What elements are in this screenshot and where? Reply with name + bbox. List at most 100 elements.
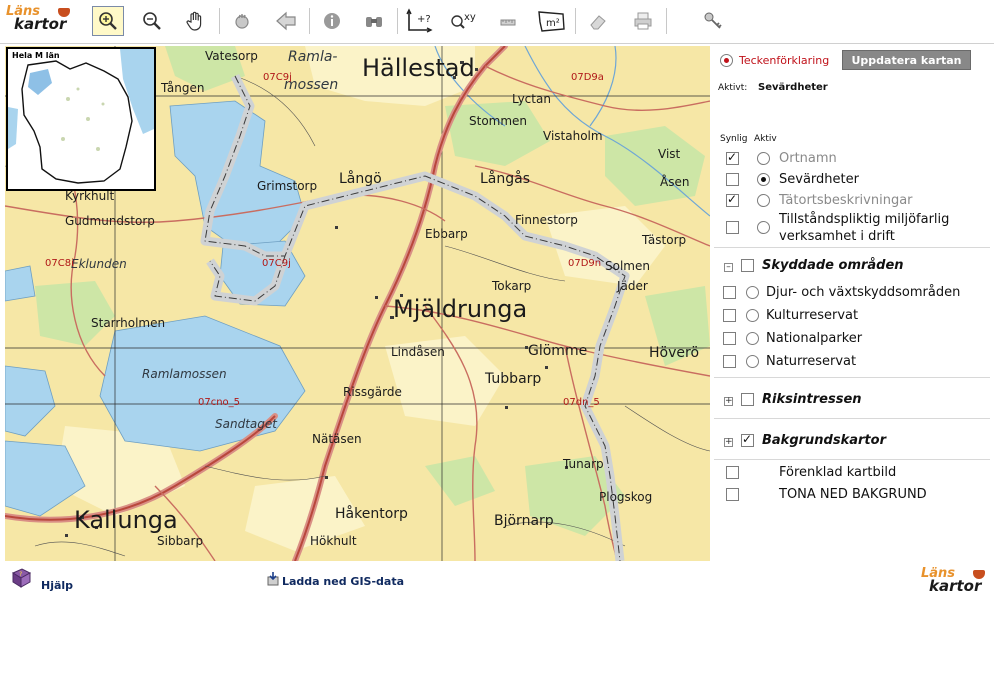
- group-riks-expand-toggle[interactable]: +: [724, 397, 733, 406]
- pan-button[interactable]: [180, 6, 212, 36]
- place-label: Ramla-: [288, 49, 338, 65]
- place-label: Kyrkhult: [65, 189, 115, 203]
- layer-kulturreservat-visible-checkbox[interactable]: [723, 309, 736, 322]
- layer-miljofarlig-label-line2: verksamhet i drift: [779, 229, 895, 244]
- group-bakgrund-expand-toggle[interactable]: +: [724, 438, 733, 447]
- layer-tatortsbeskrivningar-label: Tätortsbeskrivningar: [779, 193, 913, 208]
- place-label: Höverö: [649, 345, 700, 361]
- layer-ortnamn-visible-checkbox[interactable]: [726, 150, 739, 165]
- layer-tatortsbeskrivningar-active-radio[interactable]: [757, 194, 770, 207]
- place-label: Ebbarp: [425, 227, 468, 241]
- group-skyddade-checkbox[interactable]: [741, 259, 754, 272]
- toolbar: Läns kartor +? xy m²: [0, 0, 994, 44]
- update-map-button[interactable]: Uppdatera kartan: [842, 50, 971, 70]
- layer-miljofarlig-visible-checkbox[interactable]: [726, 221, 739, 234]
- arrow-left-icon: [276, 11, 296, 31]
- group-riks-checkbox[interactable]: [741, 393, 754, 406]
- zoom-xy-icon: xy: [451, 12, 476, 29]
- search-button[interactable]: [358, 6, 390, 36]
- place-label: Glömme: [528, 343, 588, 359]
- layer-ortnamn-label: Ortnamn: [779, 151, 837, 166]
- place-label: Tubbarp: [485, 371, 542, 387]
- layer-forenklad-checkbox[interactable]: [726, 466, 739, 479]
- teckenforklaring-label[interactable]: Teckenförklaring: [739, 54, 829, 67]
- place-label: Plogskog: [599, 490, 653, 504]
- layer-panel: Teckenförklaring Uppdatera kartan Aktivt…: [712, 46, 994, 561]
- grid-cell-label: 07C9j: [263, 72, 292, 83]
- teckenforklaring-radio[interactable]: [720, 54, 733, 67]
- place-label: Sibbarp: [157, 534, 204, 548]
- measure-area-button[interactable]: m²: [536, 6, 568, 36]
- xy-zoom-button[interactable]: xy: [448, 6, 480, 36]
- place-label: Lyctan: [512, 92, 551, 106]
- place-label: Hällestad: [362, 54, 475, 82]
- place-label: Kallunga: [74, 506, 178, 534]
- layer-djur-vaxt-visible-checkbox[interactable]: [723, 286, 736, 299]
- layer-djur-vaxt-active-radio[interactable]: [746, 286, 759, 299]
- help-link-label: Hjälp: [41, 579, 74, 592]
- layer-naturreservat-active-radio[interactable]: [746, 355, 759, 368]
- measure-line-button[interactable]: [492, 6, 524, 36]
- download-gis-label: Ladda ned GIS-data: [282, 575, 405, 588]
- panel-divider: [714, 377, 990, 378]
- help-link[interactable]: ? Hjälp: [10, 567, 90, 592]
- place-label: Tästorp: [642, 233, 687, 247]
- toolbar-separator: [575, 8, 576, 34]
- print-button[interactable]: [627, 6, 659, 36]
- place-label: Sandtaget: [215, 417, 277, 431]
- zoom-in-button[interactable]: [92, 6, 124, 36]
- grid-cell-label: 07D9n: [568, 258, 602, 269]
- place-label: Vistaholm: [543, 129, 603, 143]
- logo-pot-icon: [973, 570, 985, 579]
- place-label: Jäder: [617, 279, 648, 293]
- info-button[interactable]: [316, 6, 348, 36]
- coordinate-button[interactable]: +?: [403, 6, 435, 36]
- group-skyddade-title[interactable]: Skyddade områden: [762, 258, 904, 273]
- layer-nationalparker-visible-checkbox[interactable]: [723, 332, 736, 345]
- layer-forenklad-label: Förenklad kartbild: [779, 465, 897, 480]
- layer-nationalparker-active-radio[interactable]: [746, 332, 759, 345]
- zoom-in-icon: [99, 12, 117, 30]
- toolbar-separator: [666, 8, 667, 34]
- area-m2-label: m²: [546, 18, 560, 29]
- place-label: Långö: [339, 171, 382, 187]
- layer-ortnamn-active-radio[interactable]: [757, 152, 770, 165]
- layer-tona-ned-checkbox[interactable]: [726, 488, 739, 501]
- layer-tatortsbeskrivningar-visible-checkbox[interactable]: [726, 192, 739, 207]
- download-disk-icon: [267, 572, 279, 586]
- grid-cell-label: 07C8i: [45, 258, 74, 269]
- toolbar-separator: [309, 8, 310, 34]
- layer-miljofarlig-label: Tillståndspliktig miljöfarlig: [779, 212, 950, 227]
- back-button[interactable]: [270, 6, 302, 36]
- coordinate-axes-icon: +?: [406, 8, 433, 33]
- layer-sevardheter-visible-checkbox[interactable]: [726, 173, 739, 186]
- place-label: Björnarp: [494, 513, 554, 529]
- svg-text:xy: xy: [464, 12, 476, 23]
- toolbar-separator: [219, 8, 220, 34]
- place-label: Eklunden: [71, 257, 127, 271]
- place-label: Vist: [658, 147, 681, 161]
- place-label: mossen: [284, 77, 339, 93]
- group-skyddade-collapse-toggle[interactable]: –: [724, 263, 733, 272]
- full-extent-button[interactable]: [226, 6, 258, 36]
- overview-title: Hela M län: [12, 51, 60, 60]
- key-button[interactable]: [697, 6, 729, 36]
- layer-kulturreservat-active-radio[interactable]: [746, 309, 759, 322]
- overview-map[interactable]: Hela M län: [6, 47, 156, 191]
- group-bakgrund-title[interactable]: Bakgrundskartor: [762, 433, 886, 448]
- group-riks-title[interactable]: Riksintressen: [762, 392, 862, 407]
- group-bakgrund-checkbox[interactable]: [741, 432, 754, 447]
- place-label: Åsen: [660, 175, 690, 189]
- info-icon: [324, 13, 340, 29]
- eraser-button[interactable]: [582, 6, 614, 36]
- panel-divider: [714, 247, 990, 248]
- download-gis-link[interactable]: Ladda ned GIS-data: [265, 571, 415, 591]
- layer-naturreservat-visible-checkbox[interactable]: [723, 355, 736, 368]
- grid-cell-label: 07D9a: [571, 72, 604, 83]
- zoom-out-button[interactable]: [136, 6, 168, 36]
- layer-sevardheter-active-radio[interactable]: [757, 173, 770, 186]
- layer-nationalparker-label: Nationalparker: [766, 331, 863, 346]
- layer-miljofarlig-active-radio[interactable]: [757, 221, 770, 234]
- layer-sevardheter-label: Sevärdheter: [779, 172, 859, 187]
- layer-tona-ned-label: TONA NED BAKGRUND: [779, 487, 927, 502]
